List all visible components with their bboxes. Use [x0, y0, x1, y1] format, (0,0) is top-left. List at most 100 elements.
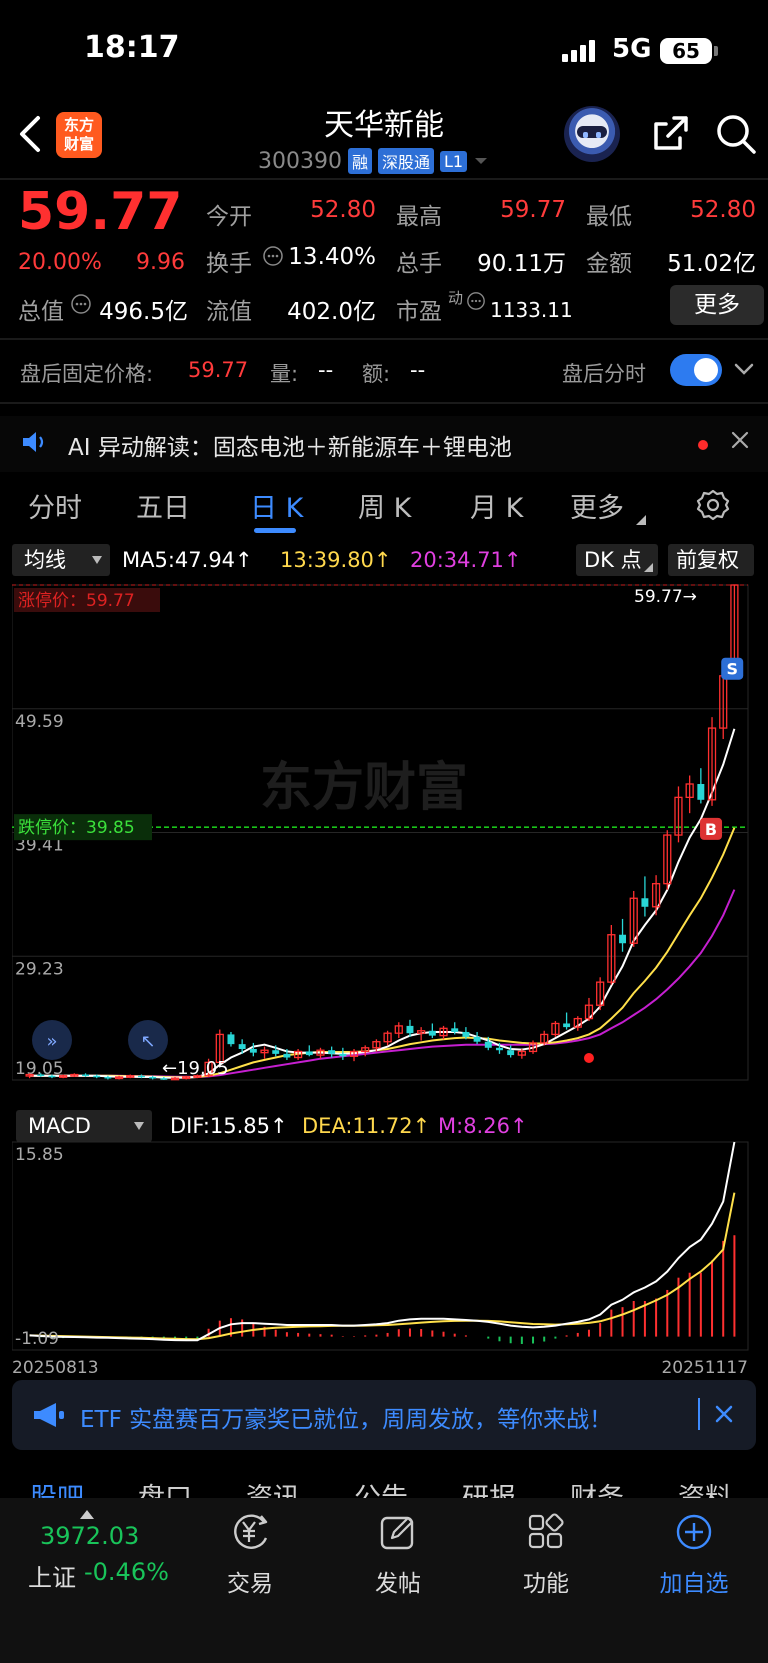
- pe-superscript: 动: [448, 289, 464, 307]
- info-icon[interactable]: [466, 291, 486, 315]
- edit-icon: [380, 1516, 414, 1550]
- battery-cap: [714, 46, 718, 56]
- last-price-label: 59.77→: [634, 587, 697, 607]
- candle-body: [406, 1025, 414, 1034]
- candle-body: [104, 1076, 112, 1079]
- ma20-value: 20:34.71: [410, 548, 504, 572]
- speaker-icon: [20, 428, 48, 462]
- index-change[interactable]: -0.46%: [84, 1558, 169, 1586]
- change-amount: 9.96: [136, 250, 185, 275]
- candle-body: [473, 1036, 481, 1042]
- open-label: 今开: [206, 204, 252, 230]
- separator: [698, 1398, 700, 1430]
- tab-underline: [254, 528, 296, 533]
- dif-line: [29, 1141, 736, 1342]
- candle-body: [507, 1050, 515, 1056]
- clock: 18:17: [84, 30, 180, 65]
- network-label: 5G: [612, 34, 652, 64]
- ma5-value: MA5:47.94: [122, 548, 236, 572]
- index-name[interactable]: 上证: [28, 1558, 76, 1593]
- search-icon[interactable]: [714, 112, 758, 156]
- share-icon[interactable]: [648, 112, 692, 156]
- tab-five-day[interactable]: 五日: [136, 486, 190, 525]
- after-hours-price: 59.77: [188, 358, 249, 382]
- dk-point-select[interactable]: DK 点: [576, 544, 658, 576]
- candle-body: [37, 1074, 45, 1077]
- ma13-readout: 13:39.80↑: [280, 548, 392, 572]
- tab-daily-k[interactable]: 日 K: [250, 486, 303, 525]
- caret-up-icon: [80, 1504, 94, 1523]
- caret-icon: [636, 510, 646, 529]
- y-tick-label: 15.85: [15, 1145, 64, 1165]
- promo-text: ETF 实盘赛百万豪奖已就位，周周发放，等你来战！: [80, 1407, 613, 1433]
- high-value: 59.77: [500, 197, 566, 223]
- after-hours-volume: --: [318, 358, 334, 382]
- nav-functions[interactable]: 功能: [486, 1512, 606, 1598]
- dea-readout: DEA:11.72↑: [302, 1114, 431, 1138]
- dea-line: [29, 1192, 736, 1341]
- x-tick-label: 20250813: [12, 1358, 99, 1376]
- marker-label: S: [726, 660, 738, 679]
- tab-monthly-k[interactable]: 月 K: [470, 486, 523, 525]
- ma-select[interactable]: 均线: [12, 544, 110, 576]
- nav-post[interactable]: 发帖: [338, 1512, 458, 1598]
- more-button[interactable]: 更多: [670, 285, 764, 325]
- dk-point-label: DK 点: [584, 548, 642, 572]
- pe-value: 1133.11: [490, 298, 573, 322]
- caret-down-icon: [134, 1122, 144, 1130]
- low-label: 最低: [586, 204, 632, 230]
- tab-weekly-k[interactable]: 周 K: [358, 486, 411, 525]
- promo-banner[interactable]: ETF 实盘赛百万豪奖已就位，周周发放，等你来战！: [12, 1380, 756, 1450]
- adjust-select[interactable]: 前复权: [668, 544, 754, 576]
- after-hours-label: 盘后固定价格:: [20, 362, 154, 386]
- event-dot: [583, 1053, 594, 1063]
- marker-label: B: [705, 820, 717, 839]
- stock-code-row[interactable]: 300390 融 深股通 L1: [258, 148, 489, 174]
- ai-news-row[interactable]: AI 异动解读：固态电池＋新能源车＋锂电池: [0, 416, 768, 472]
- m-value: M:8.26: [438, 1114, 510, 1138]
- stock-code: 300390: [258, 148, 342, 174]
- candle-body: [48, 1075, 56, 1078]
- after-hours-amount: --: [410, 358, 426, 382]
- grid-icon: [528, 1513, 564, 1549]
- index-value[interactable]: 3972.03: [40, 1522, 139, 1550]
- macd-select[interactable]: MACD: [16, 1110, 152, 1142]
- robot-eyes: [577, 126, 607, 138]
- nav-trade[interactable]: 交易: [190, 1512, 310, 1598]
- plot-frame: [12, 1141, 749, 1351]
- tab-more[interactable]: 更多: [570, 486, 624, 525]
- period-tabs: 分时 五日 日 K 周 K 月 K 更多: [0, 476, 768, 538]
- after-hours-row: 盘后固定价格: 59.77 量: -- 额: -- 盘后分时: [0, 338, 768, 402]
- low-value: 52.80: [690, 197, 756, 223]
- gear-icon[interactable]: [696, 488, 730, 526]
- candle-body: [138, 1075, 145, 1078]
- close-icon[interactable]: [730, 430, 750, 456]
- macd-chart[interactable]: 15.85 -1.09 20250813 20251117: [12, 1140, 758, 1376]
- nav-add-watchlist[interactable]: 加自选: [634, 1512, 754, 1598]
- expand-icon: »: [46, 1031, 57, 1052]
- float-cap-label: 流值: [206, 299, 252, 325]
- candle-body: [227, 1034, 235, 1045]
- dea-value: DEA:11.72: [302, 1114, 413, 1138]
- chevron-down-icon[interactable]: [732, 360, 756, 382]
- after-hours-amount-label: 额:: [362, 362, 391, 386]
- candle-body: [619, 934, 626, 944]
- candlestick-chart[interactable]: 东方财富59.7749.5939.4129.2319.05涨停价：59.77跌停…: [12, 580, 758, 1110]
- tab-intraday[interactable]: 分时: [28, 486, 82, 525]
- after-hours-toggle-label: 盘后分时: [562, 362, 646, 386]
- info-icon[interactable]: [262, 245, 284, 271]
- candle-body: [563, 1023, 571, 1028]
- toggle-knob: [694, 358, 718, 382]
- bottom-nav: 3972.03 上证 -0.46% 交易 发帖 功能 加自选: [0, 1498, 768, 1663]
- candle-body: [462, 1031, 470, 1037]
- open-value: 52.80: [310, 197, 376, 223]
- candle-body: [641, 898, 649, 907]
- ma5-readout: MA5:47.94↑: [122, 548, 253, 572]
- megaphone-icon: [32, 1400, 66, 1436]
- limit-up-label: 涨停价：59.77: [18, 591, 135, 611]
- caret-down-icon: [475, 158, 488, 164]
- min-price-label: ←19.05: [162, 1058, 229, 1079]
- close-icon[interactable]: [714, 1404, 734, 1430]
- signal-icon: [562, 40, 598, 62]
- nav-functions-label: 功能: [523, 1571, 569, 1597]
